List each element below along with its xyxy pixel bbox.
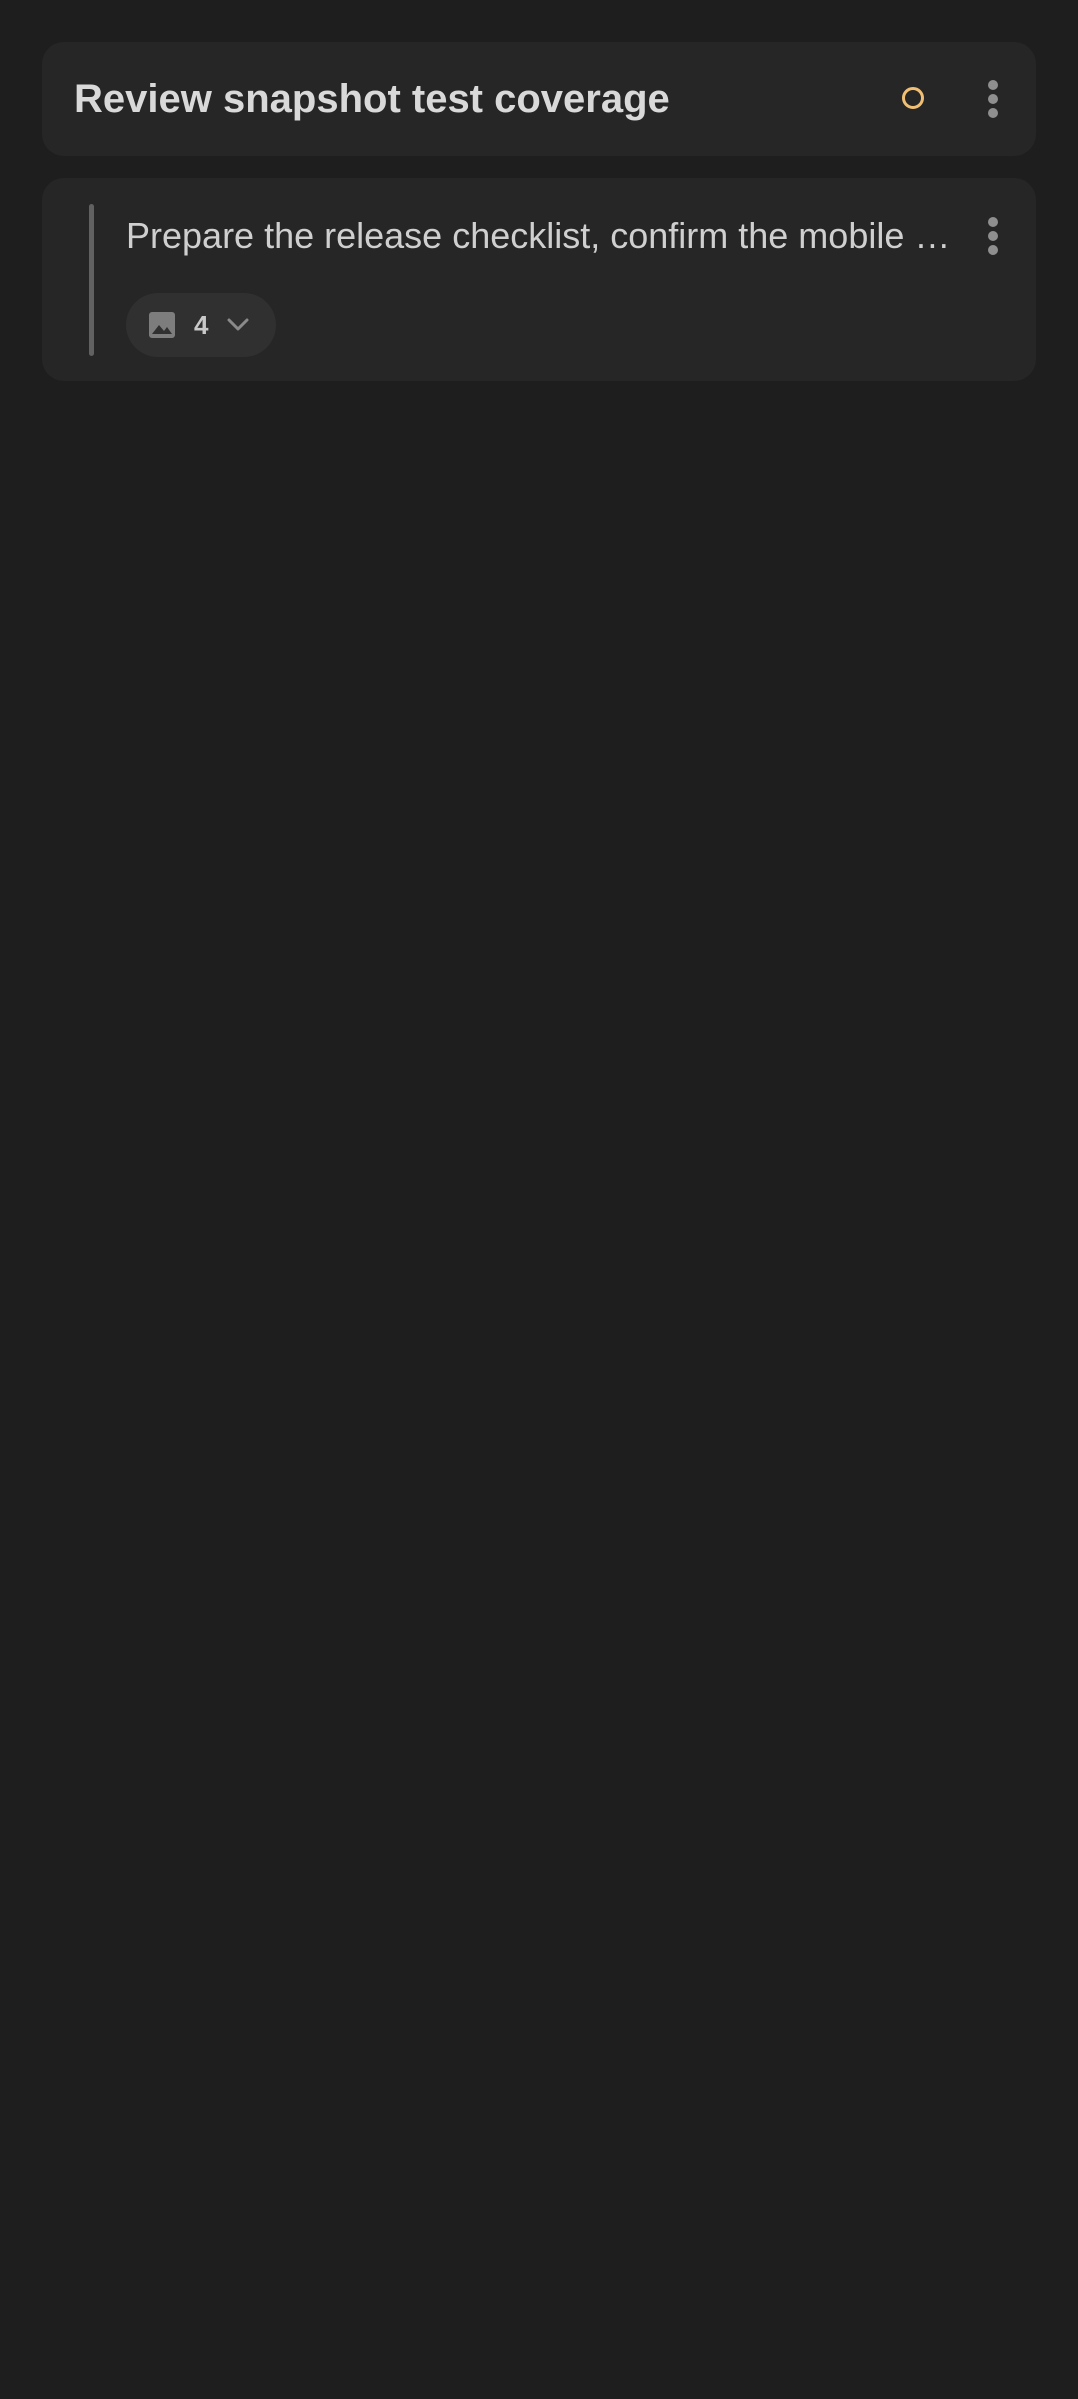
note-item-text[interactable]: Prepare the release checklist, confirm t…	[126, 214, 956, 258]
screen: Review snapshot test coverage Prepare th…	[0, 0, 1078, 2399]
more-vert-icon	[988, 217, 998, 255]
more-vert-icon	[988, 80, 998, 118]
note-item-card[interactable]: Prepare the release checklist, confirm t…	[42, 178, 1036, 381]
task-header-card[interactable]: Review snapshot test coverage	[42, 42, 1036, 156]
chevron-down-icon	[227, 318, 249, 331]
attachment-count: 4	[194, 310, 209, 340]
task-title[interactable]: Review snapshot test coverage	[74, 42, 670, 156]
status-ring-icon[interactable]	[902, 87, 924, 109]
header-more-button[interactable]	[973, 69, 1013, 129]
image-icon	[149, 312, 175, 338]
quote-bar	[89, 204, 94, 356]
attachments-chip[interactable]: 4	[126, 293, 276, 357]
item-more-button[interactable]	[973, 206, 1013, 266]
